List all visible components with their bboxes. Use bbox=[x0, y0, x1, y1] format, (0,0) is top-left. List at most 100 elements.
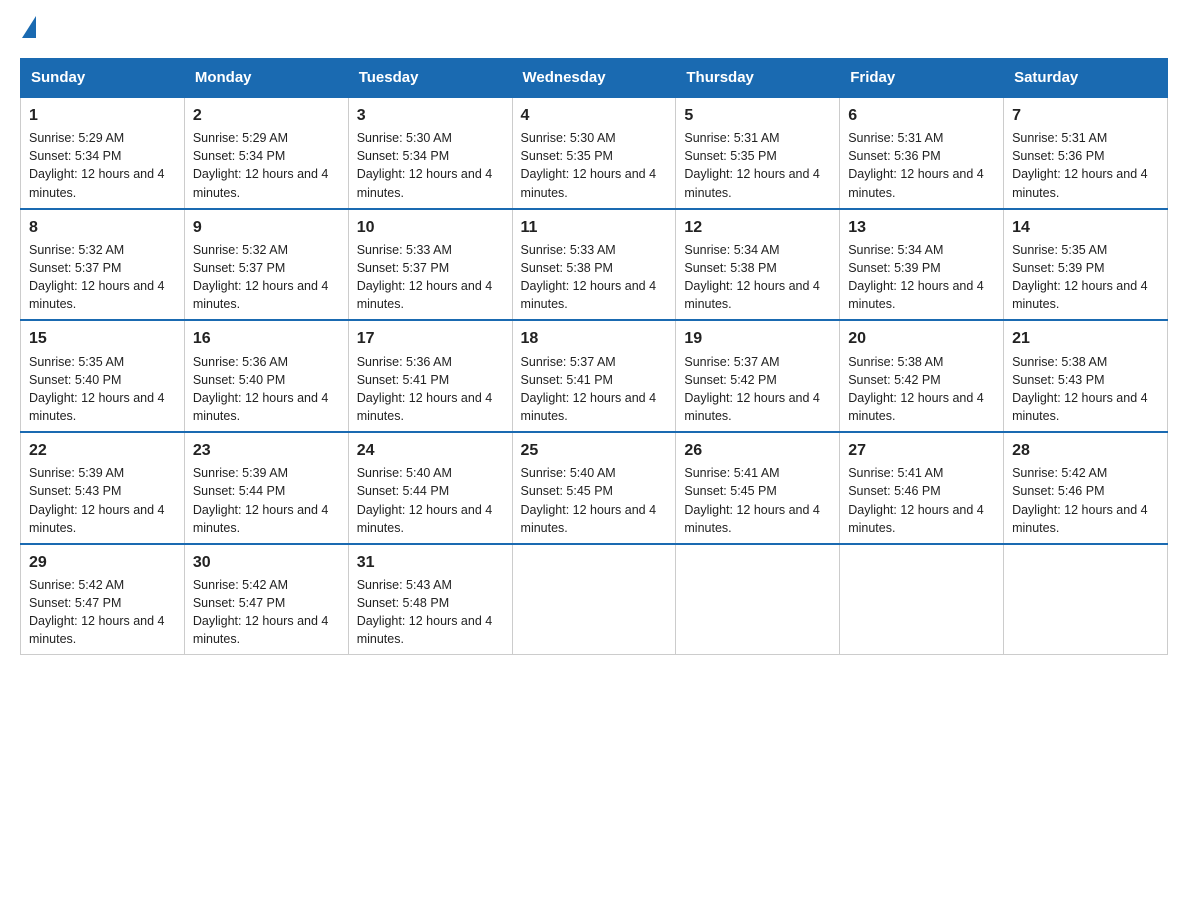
calendar-cell: 14 Sunrise: 5:35 AM Sunset: 5:39 PM Dayligh… bbox=[1004, 209, 1168, 321]
sunset-text: Sunset: 5:35 PM bbox=[521, 149, 613, 163]
logo-triangle-icon bbox=[22, 16, 36, 38]
sunrise-text: Sunrise: 5:42 AM bbox=[193, 578, 288, 592]
calendar-cell: 6Sunrise: 5:31 AMSunset: 5:36 PMDaylight… bbox=[840, 97, 1004, 209]
sunrise-text: Sunrise: 5:43 AM bbox=[357, 578, 452, 592]
daylight-text: Daylight: 12 hours and 4 minutes. bbox=[684, 279, 820, 311]
calendar-cell: 12Sunrise: 5:34 AMSunset: 5:38 PMDayligh… bbox=[676, 209, 840, 321]
sunset-text: Sunset: 5:46 PM bbox=[848, 484, 940, 498]
sunrise-text: Sunrise: 5:29 AM bbox=[29, 131, 124, 145]
daylight-text: Daylight: 12 hours and 4 minutes. bbox=[29, 167, 165, 199]
calendar-cell: 28Sunrise: 5:42 AMSunset: 5:46 PMDayligh… bbox=[1004, 432, 1168, 544]
calendar-week-row: 22 Sunrise: 5:39 AM Sunset: 5:43 PM Dayligh… bbox=[21, 432, 1168, 544]
sunrise-text: Sunrise: 5:37 AM bbox=[521, 355, 616, 369]
header-sunday: Sunday bbox=[21, 59, 185, 98]
sunrise-text: Sunrise: 5:31 AM bbox=[1012, 131, 1107, 145]
day-number: 9 bbox=[193, 216, 340, 239]
sunset-text: Sunset: 5:39 PM bbox=[1012, 261, 1104, 275]
sunset-text: Sunset: 5:48 PM bbox=[357, 596, 449, 610]
sunrise-text: Sunrise: 5:31 AM bbox=[848, 131, 943, 145]
calendar-cell: 29Sunrise: 5:42 AMSunset: 5:47 PMDayligh… bbox=[21, 544, 185, 655]
header-tuesday: Tuesday bbox=[348, 59, 512, 98]
calendar-cell: 3Sunrise: 5:30 AMSunset: 5:34 PMDaylight… bbox=[348, 97, 512, 209]
calendar-week-row: 29Sunrise: 5:42 AMSunset: 5:47 PMDayligh… bbox=[21, 544, 1168, 655]
sunrise-text: Sunrise: 5:34 AM bbox=[684, 243, 779, 257]
day-number: 17 bbox=[357, 327, 504, 350]
day-number: 18 bbox=[521, 327, 668, 350]
calendar-cell bbox=[676, 544, 840, 655]
sunset-text: Sunset: 5:38 PM bbox=[684, 261, 776, 275]
day-number: 14 bbox=[1012, 216, 1159, 239]
day-number: 7 bbox=[1012, 104, 1159, 127]
sunset-text: Sunset: 5:42 PM bbox=[848, 373, 940, 387]
daylight-text: Daylight: 12 hours and 4 minutes. bbox=[357, 279, 493, 311]
daylight-text: Daylight: 12 hours and 4 minutes. bbox=[1012, 503, 1148, 535]
sunset-text: Sunset: 5:42 PM bbox=[684, 373, 776, 387]
sunrise-text: Sunrise: 5:32 AM bbox=[29, 243, 124, 257]
daylight-text: Daylight: 12 hours and 4 minutes. bbox=[357, 167, 493, 199]
calendar-cell: 19Sunrise: 5:37 AMSunset: 5:42 PMDayligh… bbox=[676, 320, 840, 432]
daylight-text: Daylight: 12 hours and 4 minutes. bbox=[1012, 167, 1148, 199]
calendar-cell bbox=[840, 544, 1004, 655]
daylight-text: Daylight: 12 hours and 4 minutes. bbox=[357, 391, 493, 423]
sunset-text: Sunset: 5:34 PM bbox=[357, 149, 449, 163]
sunset-text: Sunset: 5:36 PM bbox=[848, 149, 940, 163]
calendar-cell: 2Sunrise: 5:29 AMSunset: 5:34 PMDaylight… bbox=[184, 97, 348, 209]
daylight-text: Daylight: 12 hours and 4 minutes. bbox=[521, 391, 657, 423]
day-number: 2 bbox=[193, 104, 340, 127]
sunrise-text: Sunrise: 5:38 AM bbox=[1012, 355, 1107, 369]
sunrise-text: Sunrise: 5:30 AM bbox=[357, 131, 452, 145]
sunrise-text: Sunrise: 5:36 AM bbox=[193, 355, 288, 369]
calendar-week-row: 15Sunrise: 5:35 AMSunset: 5:40 PMDayligh… bbox=[21, 320, 1168, 432]
day-number: 4 bbox=[521, 104, 668, 127]
sunset-text: Sunset: 5:46 PM bbox=[1012, 484, 1104, 498]
sunrise-text: Sunrise: 5:29 AM bbox=[193, 131, 288, 145]
daylight-text: Daylight: 12 hours and 4 minutes. bbox=[29, 391, 165, 423]
sunset-text: Sunset: 5:38 PM bbox=[521, 261, 613, 275]
calendar-cell: 9Sunrise: 5:32 AMSunset: 5:37 PMDaylight… bbox=[184, 209, 348, 321]
daylight-text: Daylight: 12 hours and 4 minutes. bbox=[684, 391, 820, 423]
sunrise-text: Sunrise: 5:33 AM bbox=[521, 243, 616, 257]
calendar-cell: 4Sunrise: 5:30 AMSunset: 5:35 PMDaylight… bbox=[512, 97, 676, 209]
day-number: 28 bbox=[1012, 439, 1159, 462]
day-number: 27 bbox=[848, 439, 995, 462]
sunrise-text: Sunrise: 5:35 AM bbox=[1012, 243, 1107, 257]
sunrise-text: Sunrise: 5:40 AM bbox=[357, 466, 452, 480]
header-thursday: Thursday bbox=[676, 59, 840, 98]
day-number: 30 bbox=[193, 551, 340, 574]
daylight-text: Daylight: 12 hours and 4 minutes. bbox=[1012, 279, 1148, 311]
sunset-text: Sunset: 5:43 PM bbox=[29, 484, 121, 498]
day-number: 31 bbox=[357, 551, 504, 574]
calendar-cell: 18 Sunrise: 5:37 AM Sunset: 5:41 PM Dayligh… bbox=[512, 320, 676, 432]
sunset-text: Sunset: 5:44 PM bbox=[357, 484, 449, 498]
daylight-text: Daylight: 12 hours and 4 minutes. bbox=[521, 279, 657, 311]
sunset-text: Sunset: 5:41 PM bbox=[521, 373, 613, 387]
sunset-text: Sunset: 5:47 PM bbox=[29, 596, 121, 610]
page-header bbox=[20, 20, 1168, 38]
header-saturday: Saturday bbox=[1004, 59, 1168, 98]
header-monday: Monday bbox=[184, 59, 348, 98]
day-number: 10 bbox=[357, 216, 504, 239]
sunrise-text: Sunrise: 5:39 AM bbox=[29, 466, 124, 480]
day-number: 13 bbox=[848, 216, 995, 239]
calendar-cell: 26Sunrise: 5:41 AMSunset: 5:45 PMDayligh… bbox=[676, 432, 840, 544]
daylight-text: Daylight: 12 hours and 4 minutes. bbox=[848, 391, 984, 423]
sunrise-text: Sunrise: 5:39 AM bbox=[193, 466, 288, 480]
sunset-text: Sunset: 5:40 PM bbox=[29, 373, 121, 387]
day-number: 11 bbox=[521, 216, 668, 239]
logo bbox=[20, 20, 36, 38]
calendar-cell: 20Sunrise: 5:38 AMSunset: 5:42 PMDayligh… bbox=[840, 320, 1004, 432]
day-number: 26 bbox=[684, 439, 831, 462]
sunset-text: Sunset: 5:37 PM bbox=[357, 261, 449, 275]
day-number: 22 bbox=[29, 439, 176, 462]
sunrise-text: Sunrise: 5:40 AM bbox=[521, 466, 616, 480]
calendar-cell: 5Sunrise: 5:31 AMSunset: 5:35 PMDaylight… bbox=[676, 97, 840, 209]
sunrise-text: Sunrise: 5:32 AM bbox=[193, 243, 288, 257]
sunrise-text: Sunrise: 5:35 AM bbox=[29, 355, 124, 369]
calendar-cell bbox=[1004, 544, 1168, 655]
calendar-cell: 17Sunrise: 5:36 AMSunset: 5:41 PMDayligh… bbox=[348, 320, 512, 432]
sunset-text: Sunset: 5:45 PM bbox=[521, 484, 613, 498]
day-number: 24 bbox=[357, 439, 504, 462]
calendar-cell: 1Sunrise: 5:29 AMSunset: 5:34 PMDaylight… bbox=[21, 97, 185, 209]
calendar-cell: 22Sunrise: 5:39 AMSunset: 5:43 PMDayligh… bbox=[21, 432, 185, 544]
daylight-text: Daylight: 12 hours and 4 minutes. bbox=[193, 279, 329, 311]
